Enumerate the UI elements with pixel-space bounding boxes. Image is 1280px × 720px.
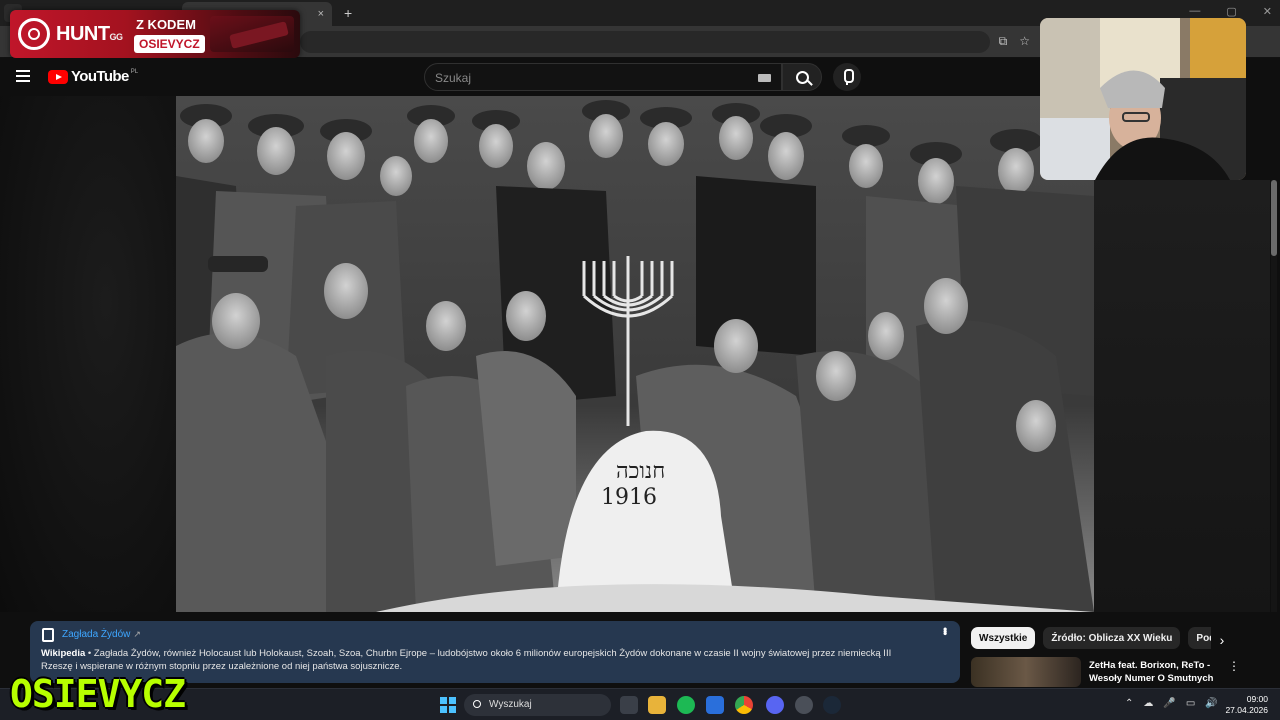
info-text: • Zagłada Żydów, również Holocaust lub H… [41,648,892,672]
chrome-icon[interactable] [735,696,753,714]
webcam-overlay [1040,18,1246,180]
external-link-icon: ↗ [133,629,141,639]
steam-icon[interactable] [823,696,841,714]
minimize-button[interactable]: — [1189,5,1200,18]
bookmark-star-icon[interactable]: ☆ [1019,34,1030,49]
screen: ⌄ × + — ▢ ✕ ⧉ ☆ HUNTGG Z KODEM OSIEVYCZ … [0,0,1280,720]
info-source: Wikipedia [41,648,86,659]
info-body: Wikipedia • Zagłada Żydów, również Holoc… [41,647,921,673]
search-button[interactable] [782,63,822,91]
youtube-play-icon [48,69,68,84]
sponsor-brand: HUNTGG [56,23,124,45]
country-code: PL [130,68,139,75]
search-input[interactable]: Szukaj [424,63,782,91]
taskbar-search-label: Wyszukaj [489,699,532,710]
install-icon[interactable]: ⧉ [999,34,1008,49]
store-icon[interactable] [706,696,724,714]
hamburger-menu-icon[interactable] [16,70,30,82]
discord-icon[interactable] [766,696,784,714]
windows-start-icon[interactable] [440,697,456,713]
chevron-right-icon[interactable]: › [1214,632,1230,648]
search-placeholder: Szukaj [435,71,472,85]
sponsor-code: OSIEVYCZ [134,35,205,53]
recommended-thumbnail[interactable] [971,657,1081,687]
video-frame-photo: חנוכה 1916 [176,96,1094,612]
app-icon[interactable] [795,696,813,714]
maximize-button[interactable]: ▢ [1226,5,1236,18]
tray-chevron-icon[interactable]: ⌃ [1125,698,1133,709]
display-tray-icon[interactable]: ▭ [1186,698,1195,709]
hunt-logo-icon [18,18,50,50]
address-bar-actions: ⧉ ☆ [999,34,1030,49]
info-more-icon[interactable]: ••• [938,627,952,634]
snow-hebrew-text: חנוכה [616,459,665,484]
sponsor-line: Z KODEM [136,17,196,32]
close-window-button[interactable]: ✕ [1263,5,1272,18]
youtube-wordmark: YouTube [71,68,129,85]
new-tab-button[interactable]: + [344,5,352,21]
taskbar-search[interactable]: Wyszukaj [464,694,611,716]
scrollbar-thumb[interactable] [1271,180,1277,256]
volume-tray-icon[interactable]: 🔊 [1205,698,1217,709]
windows-taskbar: Wyszukaj ⌃ ☁ 🎤 ▭ 🔊 09:00 27.04.2026 [0,688,1280,720]
related-chips: Wszystkie Źródło: Oblicza XX Wieku Podob… [971,627,1211,649]
clock-time: 09:00 [1246,694,1268,704]
info-title-link[interactable]: Zagłada Żydów ↗ [62,629,141,640]
chip-source[interactable]: Źródło: Oblicza XX Wieku [1043,627,1181,649]
clock-date: 27.04.2026 [1225,705,1268,715]
mic-tray-icon[interactable]: 🎤 [1163,698,1175,709]
system-tray: ⌃ ☁ 🎤 ▭ 🔊 [1125,698,1218,709]
chip-related[interactable]: Podobne [1188,627,1211,649]
task-view-icon[interactable] [620,696,638,714]
tab-close-icon[interactable]: × [318,8,324,20]
keyboard-icon[interactable] [758,74,771,82]
file-explorer-icon[interactable] [648,696,666,714]
snow-year-text: 1916 [601,485,657,510]
right-background [1094,180,1270,612]
voice-search-button[interactable] [833,63,861,91]
page-scrollbar[interactable] [1271,180,1277,612]
streamer-name-overlay: OSIEVYCZ [10,672,186,716]
youtube-logo[interactable]: YouTube PL [48,68,138,85]
article-icon [42,628,54,642]
sponsor-banner: HUNTGG Z KODEM OSIEVYCZ [10,10,300,58]
recommended-more-icon[interactable]: ⋮ [1228,659,1240,673]
left-background [0,96,176,612]
window-controls: — ▢ ✕ [1189,5,1272,18]
taskbar-clock[interactable]: 09:00 27.04.2026 [1225,694,1268,716]
chip-all[interactable]: Wszystkie [971,627,1036,649]
sponsor-product-image [210,16,294,52]
video-player[interactable]: חנוכה 1916 [176,96,1094,612]
search-icon [473,700,481,708]
network-tray-icon[interactable]: ☁ [1143,698,1153,709]
url-field[interactable] [300,31,990,53]
spotify-icon[interactable] [677,696,695,714]
sponsor-brand-suffix: GG [109,32,124,42]
